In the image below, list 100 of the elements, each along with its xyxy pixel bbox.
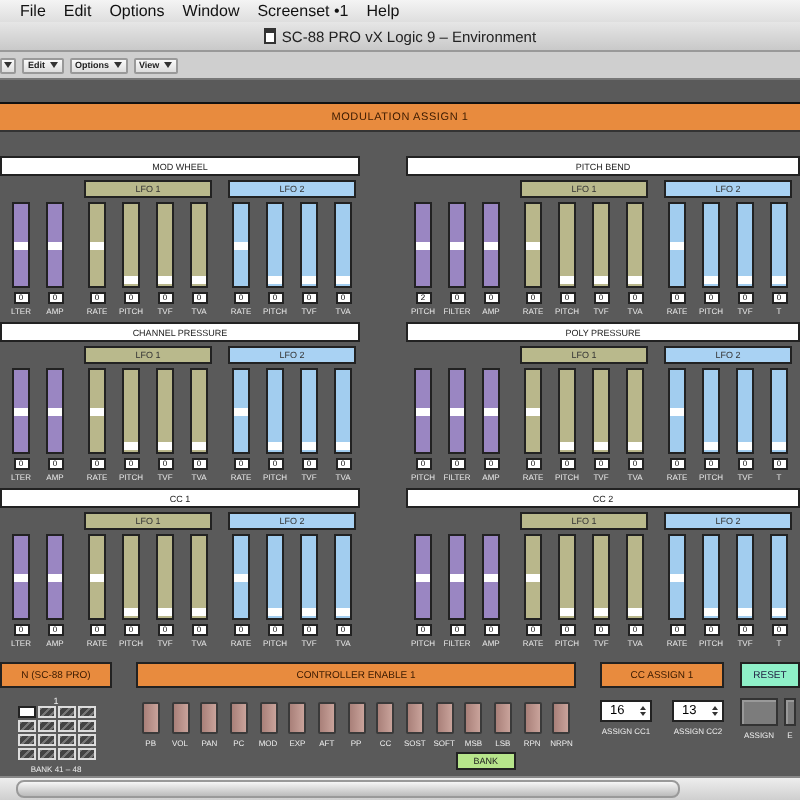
slider-thumb[interactable] <box>670 573 684 581</box>
slider[interactable] <box>448 534 466 620</box>
slider[interactable] <box>524 534 542 620</box>
slider-thumb[interactable] <box>416 573 430 581</box>
slider[interactable] <box>232 202 250 288</box>
slider[interactable] <box>156 202 174 288</box>
slider-thumb[interactable] <box>704 607 718 616</box>
slider-thumb[interactable] <box>302 441 316 450</box>
slider-thumb[interactable] <box>772 441 786 450</box>
slider[interactable] <box>626 202 644 288</box>
slider[interactable] <box>88 202 106 288</box>
slider-thumb[interactable] <box>158 441 172 450</box>
slider[interactable] <box>88 534 106 620</box>
slider[interactable] <box>266 202 284 288</box>
slider[interactable] <box>558 534 576 620</box>
slider-thumb[interactable] <box>738 275 752 284</box>
slider[interactable] <box>626 534 644 620</box>
toggle-switch[interactable] <box>347 702 366 734</box>
slider-thumb[interactable] <box>416 407 430 415</box>
slider-thumb[interactable] <box>594 441 608 450</box>
slider-thumb[interactable] <box>594 607 608 616</box>
toggle-switch[interactable] <box>405 702 424 734</box>
slider-thumb[interactable] <box>628 607 642 616</box>
slider[interactable] <box>524 202 542 288</box>
slider-thumb[interactable] <box>90 573 104 581</box>
toggle-switch[interactable] <box>523 702 542 734</box>
slider-thumb[interactable] <box>124 441 138 450</box>
slider-thumb[interactable] <box>450 573 464 581</box>
scrollbar-thumb[interactable] <box>16 780 680 798</box>
toggle-switch[interactable] <box>229 702 248 734</box>
slider[interactable] <box>702 534 720 620</box>
slider[interactable] <box>88 368 106 454</box>
slider[interactable] <box>482 534 500 620</box>
slider-thumb[interactable] <box>336 275 350 284</box>
slider[interactable] <box>414 202 432 288</box>
menu-item[interactable]: Help <box>366 2 400 20</box>
slider[interactable] <box>626 368 644 454</box>
slider-thumb[interactable] <box>670 407 684 415</box>
slider-thumb[interactable] <box>158 275 172 284</box>
slider[interactable] <box>414 368 432 454</box>
slider[interactable] <box>232 368 250 454</box>
slider[interactable] <box>736 202 754 288</box>
reset-button[interactable] <box>740 698 778 726</box>
slider-thumb[interactable] <box>772 607 786 616</box>
slider-thumb[interactable] <box>302 275 316 284</box>
slider[interactable] <box>156 368 174 454</box>
slider-thumb[interactable] <box>704 441 718 450</box>
slider-thumb[interactable] <box>526 573 540 581</box>
toggle-switch[interactable] <box>376 702 395 734</box>
slider[interactable] <box>702 202 720 288</box>
slider-thumb[interactable] <box>772 275 786 284</box>
slider[interactable] <box>122 368 140 454</box>
slider-thumb[interactable] <box>14 407 28 415</box>
slider-thumb[interactable] <box>526 241 540 249</box>
toggle-switch[interactable] <box>317 702 336 734</box>
slider[interactable] <box>558 202 576 288</box>
slider[interactable] <box>702 368 720 454</box>
slider[interactable] <box>232 534 250 620</box>
slider[interactable] <box>46 202 64 288</box>
menu-item[interactable]: Edit <box>63 2 92 20</box>
slider[interactable] <box>334 202 352 288</box>
slider-thumb[interactable] <box>192 441 206 450</box>
slider[interactable] <box>592 534 610 620</box>
slider-thumb[interactable] <box>484 573 498 581</box>
slider-thumb[interactable] <box>268 441 282 450</box>
slider-thumb[interactable] <box>234 241 248 249</box>
slider[interactable] <box>300 368 318 454</box>
slider-thumb[interactable] <box>628 441 642 450</box>
slider-thumb[interactable] <box>14 241 28 249</box>
reset-button[interactable] <box>784 698 796 726</box>
slider[interactable] <box>770 202 788 288</box>
slider-thumb[interactable] <box>594 275 608 284</box>
slider[interactable] <box>482 368 500 454</box>
slider-thumb[interactable] <box>738 607 752 616</box>
slider-thumb[interactable] <box>560 275 574 284</box>
slider-thumb[interactable] <box>192 607 206 616</box>
toggle-switch[interactable] <box>259 702 278 734</box>
slider-thumb[interactable] <box>234 407 248 415</box>
slider-thumb[interactable] <box>268 275 282 284</box>
slider[interactable] <box>12 534 30 620</box>
slider[interactable] <box>266 368 284 454</box>
slider-thumb[interactable] <box>738 441 752 450</box>
slider[interactable] <box>122 534 140 620</box>
slider[interactable] <box>592 368 610 454</box>
slider[interactable] <box>156 534 174 620</box>
slider[interactable] <box>482 202 500 288</box>
slider-thumb[interactable] <box>234 573 248 581</box>
slider-thumb[interactable] <box>48 573 62 581</box>
slider[interactable] <box>190 368 208 454</box>
menu-button[interactable] <box>0 57 16 73</box>
slider[interactable] <box>668 202 686 288</box>
menu-item[interactable]: File <box>20 2 46 20</box>
slider[interactable] <box>46 368 64 454</box>
toggle-switch[interactable] <box>171 702 189 734</box>
slider[interactable] <box>46 534 64 620</box>
slider-thumb[interactable] <box>670 241 684 249</box>
slider-thumb[interactable] <box>484 407 498 415</box>
horizontal-scrollbar[interactable] <box>0 776 800 800</box>
slider[interactable] <box>770 368 788 454</box>
menu-item[interactable]: Screenset •1 <box>257 2 349 20</box>
